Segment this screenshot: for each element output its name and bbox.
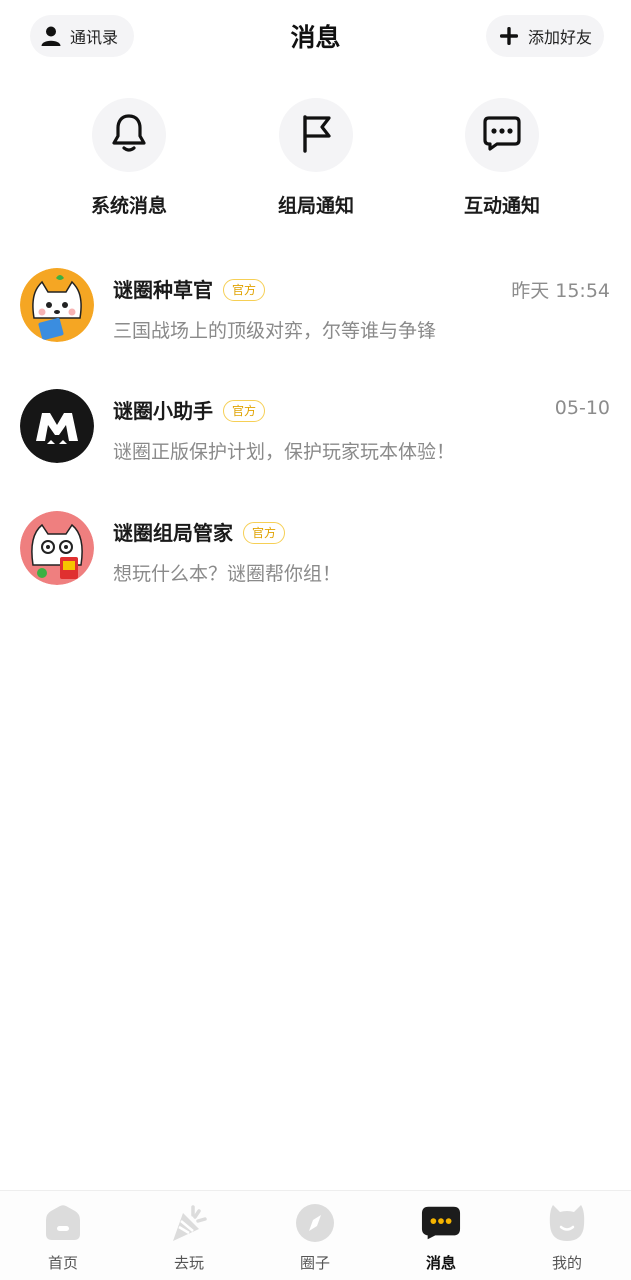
home-icon [43, 1203, 83, 1243]
conversation-preview: 三国战场上的顶级对弈，尔等谁与争锋 [113, 320, 437, 342]
official-badge: 官方 [243, 521, 286, 544]
conversation-time: 昨天 15:54 [511, 280, 610, 302]
system-messages-label: 系统消息 [90, 195, 167, 217]
interaction-notifications-label: 互动通知 [463, 195, 540, 217]
conversation-name: 谜圈小助手 官方 [113, 395, 266, 424]
tab-mine[interactable]: 我的 [504, 1191, 630, 1280]
flag-icon [296, 112, 336, 158]
avatar [20, 389, 94, 463]
group-notifications-label: 组局通知 [277, 195, 354, 217]
tab-label: 去玩 [173, 1254, 204, 1272]
cat-face-icon [547, 1203, 587, 1243]
avatar [20, 268, 94, 342]
avatar [20, 511, 94, 585]
conversation-row[interactable]: 谜圈组局管家 官方 想玩什么本？谜圈帮你组！ [0, 511, 631, 631]
cat-mascot-orange-icon [20, 268, 94, 342]
quick-action-interaction-notifications[interactable]: 互动通知 [422, 98, 582, 218]
group-notifications-circle [279, 98, 353, 172]
party-popper-icon [169, 1203, 209, 1243]
compass-icon [295, 1203, 335, 1243]
chat-bubble-icon [481, 113, 523, 157]
conversation-row[interactable]: 谜圈小助手 官方 05-10 谜圈正版保护计划，保护玩家玩本体验！ [0, 389, 631, 509]
tab-messages[interactable]: 消息 [378, 1191, 504, 1280]
tab-label: 首页 [47, 1254, 78, 1272]
conversation-name: 谜圈组局管家 官方 [113, 517, 286, 546]
interaction-notifications-circle [465, 98, 539, 172]
official-badge: 官方 [223, 278, 266, 301]
tab-label: 消息 [425, 1254, 456, 1272]
message-icon [421, 1203, 461, 1243]
bottom-tab-bar: 首页 去玩 圈子 消息 我的 [0, 1190, 631, 1280]
conversation-preview: 想玩什么本？谜圈帮你组！ [113, 563, 342, 585]
add-friend-label: 添加好友 [528, 28, 593, 47]
system-messages-circle [92, 98, 166, 172]
conversation-preview: 谜圈正版保护计划，保护玩家玩本体验！ [113, 441, 456, 463]
tab-home[interactable]: 首页 [0, 1191, 126, 1280]
plus-icon [498, 25, 520, 47]
tab-label: 我的 [551, 1254, 582, 1272]
conversation-time: 05-10 [554, 397, 610, 419]
tab-circle[interactable]: 圈子 [252, 1191, 378, 1280]
add-friend-button[interactable]: 添加好友 [486, 15, 604, 57]
cat-mascot-red-icon [20, 511, 94, 585]
conversation-name: 谜圈种草官 官方 [113, 274, 266, 303]
quick-action-system-messages[interactable]: 系统消息 [49, 98, 209, 218]
tab-play[interactable]: 去玩 [126, 1191, 252, 1280]
quick-action-group-notifications[interactable]: 组局通知 [236, 98, 396, 218]
tab-label: 圈子 [299, 1254, 330, 1272]
bell-icon [109, 112, 149, 158]
conversation-row[interactable]: 谜圈种草官 官方 昨天 15:54 三国战场上的顶级对弈，尔等谁与争锋 [0, 268, 631, 388]
m-logo-black-icon [20, 389, 94, 463]
header: 通讯录 消息 添加好友 [0, 0, 631, 72]
official-badge: 官方 [223, 399, 266, 422]
